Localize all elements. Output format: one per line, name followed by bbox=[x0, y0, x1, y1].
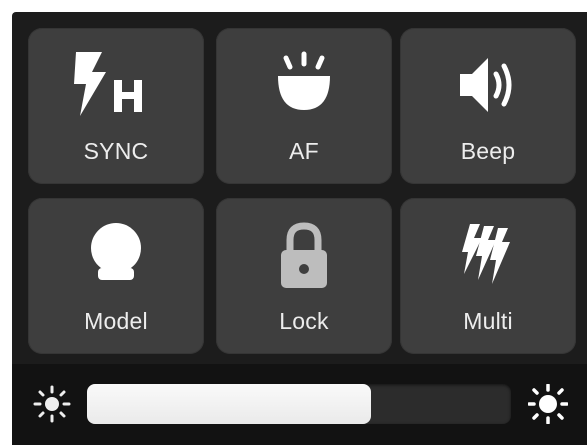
sync-button[interactable]: SYNC bbox=[28, 28, 204, 184]
af-button[interactable]: AF bbox=[216, 28, 392, 184]
sync-label: SYNC bbox=[83, 138, 149, 164]
multi-label: Multi bbox=[463, 308, 513, 334]
control-panel: SYNC AF Beep Model Lock Multi bbox=[12, 12, 587, 445]
multi-button[interactable]: Multi bbox=[400, 198, 576, 354]
multi-flash-icon bbox=[400, 216, 576, 294]
flash-high-speed-sync-icon bbox=[28, 46, 204, 124]
control-grid: SYNC AF Beep Model Lock Multi bbox=[28, 28, 576, 358]
brightness-control bbox=[12, 364, 587, 445]
padlock-icon bbox=[216, 216, 392, 294]
af-label: AF bbox=[289, 138, 319, 164]
brightness-slider-fill bbox=[87, 384, 372, 424]
lock-label: Lock bbox=[279, 308, 329, 334]
lock-button[interactable]: Lock bbox=[216, 198, 392, 354]
brightness-slider[interactable] bbox=[87, 384, 511, 424]
speaker-icon bbox=[400, 46, 576, 124]
modeling-light-bulb-icon bbox=[28, 216, 204, 294]
beep-label: Beep bbox=[460, 138, 516, 164]
beep-button[interactable]: Beep bbox=[400, 28, 576, 184]
sun-bright-icon[interactable] bbox=[527, 383, 569, 425]
sun-dim-icon[interactable] bbox=[32, 384, 72, 424]
model-label: Model bbox=[84, 308, 148, 334]
af-assist-lamp-icon bbox=[216, 46, 392, 124]
model-button[interactable]: Model bbox=[28, 198, 204, 354]
